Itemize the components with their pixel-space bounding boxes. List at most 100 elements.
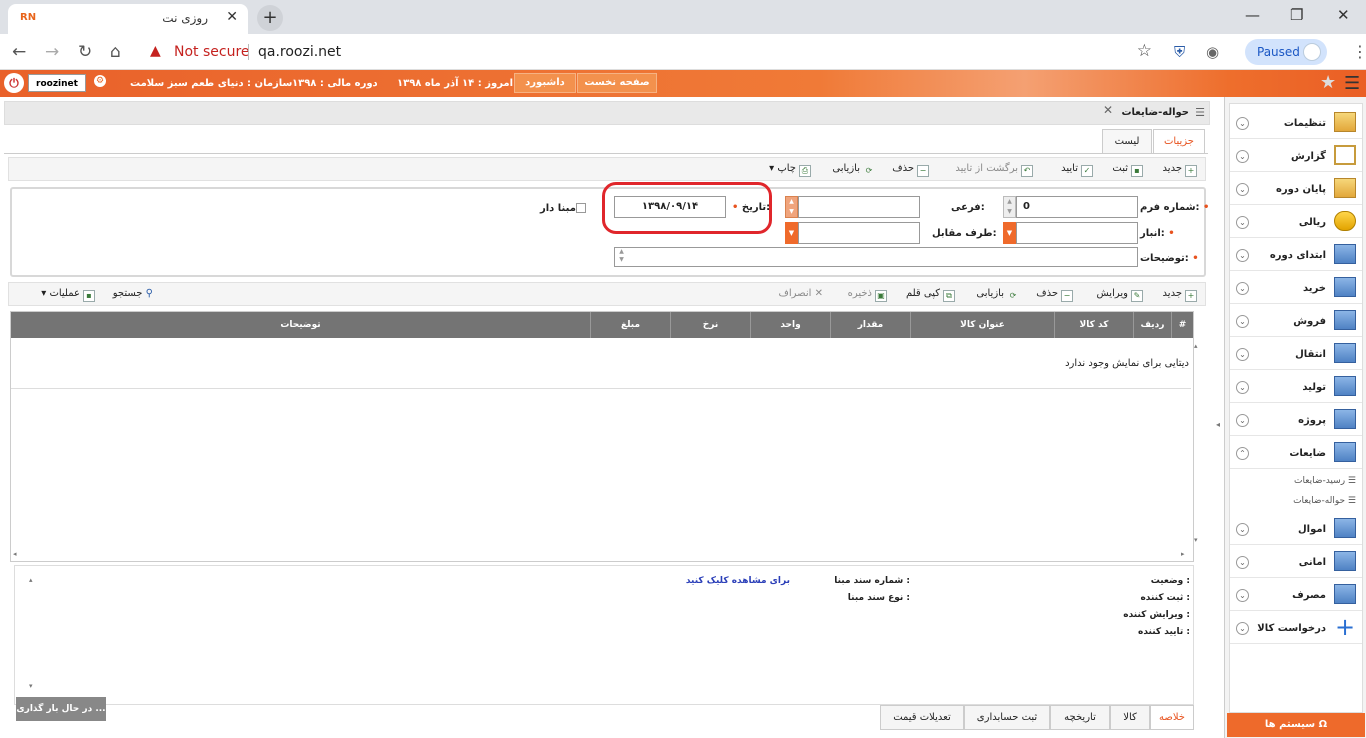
- sidebar-item-production[interactable]: ⌄ تولید: [1230, 371, 1362, 403]
- tab-list[interactable]: لیست: [1102, 129, 1152, 154]
- sub-spinner[interactable]: ▲ ▼: [785, 196, 798, 218]
- description-input[interactable]: [614, 247, 1138, 267]
- extension-lock-icon[interactable]: ⛨: [1174, 43, 1185, 61]
- close-tab-icon[interactable]: ✕: [226, 9, 238, 25]
- chevron-down-icon[interactable]: ⌄: [1236, 348, 1249, 361]
- copy-item-button[interactable]: کپی قلم ⧉: [906, 288, 955, 302]
- operations-button[interactable]: ▾ عملیات ▪: [41, 288, 95, 302]
- grid-cancel-button[interactable]: انصراف ✕: [779, 288, 823, 299]
- profile-paused-button[interactable]: Paused: [1245, 39, 1327, 65]
- form-number-input[interactable]: 0: [1016, 196, 1138, 218]
- sidebar-collapse-arrow-icon[interactable]: ◂: [1216, 420, 1220, 429]
- column-header-item-title[interactable]: عنوان کالا: [910, 312, 1054, 338]
- back-arrow-icon[interactable]: ←: [12, 42, 26, 62]
- hamburger-menu-icon[interactable]: ☰: [1344, 73, 1360, 94]
- based-checkbox[interactable]: [576, 203, 586, 213]
- reload-icon[interactable]: ↻: [78, 42, 92, 62]
- grid-new-button[interactable]: جدید +: [1163, 288, 1197, 302]
- sidebar-subitem-waste-remittance[interactable]: حواله-ضایعات ☰: [1293, 496, 1356, 506]
- save-button[interactable]: ثبت ▪: [1112, 163, 1143, 177]
- refresh-button[interactable]: بازیابی ⟳: [832, 163, 875, 178]
- chevron-down-icon[interactable]: ⌄: [1236, 117, 1249, 130]
- close-page-icon[interactable]: ✕: [1103, 103, 1113, 117]
- tab-goods[interactable]: کالا: [1110, 705, 1150, 730]
- new-button[interactable]: جدید +: [1163, 163, 1197, 177]
- power-icon[interactable]: ⏻: [4, 73, 24, 93]
- home-page-button[interactable]: صفحه نخست: [577, 73, 657, 93]
- bookmark-star-icon[interactable]: ☆: [1137, 41, 1152, 61]
- chevron-down-icon[interactable]: ⌄: [1236, 249, 1249, 262]
- sidebar-item-period-end[interactable]: ⌄ پایان دوره: [1230, 173, 1362, 205]
- favorites-star-icon[interactable]: ★: [1320, 72, 1336, 93]
- sidebar-item-sales[interactable]: ⌄ فروش: [1230, 305, 1362, 337]
- not-secure-label[interactable]: Not secure: [174, 44, 250, 60]
- scroll-up-arrow-icon[interactable]: ▴: [1194, 342, 1198, 350]
- approve-button[interactable]: تایید ✓: [1061, 163, 1093, 177]
- column-header-hash[interactable]: #: [1171, 312, 1193, 338]
- forward-arrow-icon[interactable]: →: [45, 42, 59, 62]
- home-icon[interactable]: ⌂: [110, 42, 121, 62]
- tab-price-adjustments[interactable]: تعدیلات قیمت: [880, 705, 964, 730]
- dashboard-button[interactable]: داشبورد: [514, 73, 576, 93]
- column-header-item-code[interactable]: کد کالا: [1054, 312, 1133, 338]
- chevron-up-icon[interactable]: ⌃: [1236, 447, 1249, 460]
- tab-details[interactable]: جزییات: [1153, 129, 1205, 154]
- grid-edit-button[interactable]: ویرایش ✎: [1097, 288, 1143, 302]
- sidebar-item-transfer[interactable]: ⌄ انتقال: [1230, 338, 1362, 370]
- warehouse-dropdown-arrow-icon[interactable]: ▼: [1003, 222, 1016, 244]
- grid-delete-button[interactable]: حذف −: [1036, 288, 1073, 302]
- scroll-down-arrow-icon[interactable]: ▾: [1194, 536, 1198, 544]
- minimize-window-icon[interactable]: —: [1245, 6, 1260, 24]
- url-omnibox[interactable]: ▲ Not secure qa.roozi.net ☆: [142, 38, 1162, 66]
- tab-history[interactable]: تاریخچه: [1050, 705, 1110, 730]
- grid-store-button[interactable]: ذخیره ▣: [848, 288, 887, 302]
- chevron-down-icon[interactable]: ⌄: [1236, 150, 1249, 163]
- sidebar-item-rial[interactable]: ⌄ ریالی: [1230, 206, 1362, 238]
- sidebar-item-consumption[interactable]: ⌄ مصرف: [1230, 579, 1362, 611]
- scroll-left-arrow-icon[interactable]: ◂: [13, 550, 17, 558]
- browser-menu-icon[interactable]: ⋮: [1352, 42, 1366, 61]
- column-header-description[interactable]: توضیحات: [11, 312, 590, 338]
- column-header-row[interactable]: ردیف: [1133, 312, 1171, 338]
- sidebar-item-consignment[interactable]: ⌄ امانی: [1230, 546, 1362, 578]
- info-scroll-up-arrow-icon[interactable]: ▴: [29, 576, 33, 584]
- grid-refresh-button[interactable]: بازیابی ⟳: [976, 288, 1019, 303]
- scroll-right-arrow-icon[interactable]: ▸: [1181, 550, 1185, 558]
- column-header-amount[interactable]: مبلغ: [590, 312, 670, 338]
- chevron-down-icon[interactable]: ⌄: [1236, 216, 1249, 229]
- chevron-down-icon[interactable]: ⌄: [1236, 523, 1249, 536]
- extension-eye-icon[interactable]: ◉: [1206, 43, 1219, 61]
- tab-accounting-entry[interactable]: ثبت حسابداری: [964, 705, 1050, 730]
- counterparty-select[interactable]: [798, 222, 920, 244]
- sidebar-subitem-waste-receipt[interactable]: رسید-ضایعات ☰: [1294, 476, 1356, 486]
- chevron-down-icon[interactable]: ⌄: [1236, 183, 1249, 196]
- print-button[interactable]: ▾ چاپ ⎙: [769, 163, 811, 177]
- column-header-quantity[interactable]: مقدار: [830, 312, 910, 338]
- unapprove-button[interactable]: برگشت از تایید ↶: [955, 163, 1033, 177]
- sidebar-item-report[interactable]: ⌄ گزارش: [1230, 140, 1362, 172]
- browser-tab[interactable]: RN روزی نت ✕: [8, 4, 248, 34]
- chevron-down-icon[interactable]: ⌄: [1236, 381, 1249, 394]
- chevron-down-icon[interactable]: ⌄: [1236, 556, 1249, 569]
- sidebar-item-settings[interactable]: ⌄ تنظیمات: [1230, 107, 1362, 139]
- counterparty-dropdown-arrow-icon[interactable]: ▼: [785, 222, 798, 244]
- description-scroll-arrows[interactable]: ▲ ▼: [615, 248, 628, 266]
- sidebar-item-project[interactable]: ⌄ پروژه: [1230, 404, 1362, 436]
- tab-summary[interactable]: خلاصه: [1150, 705, 1194, 730]
- warehouse-select[interactable]: [1016, 222, 1138, 244]
- restore-window-icon[interactable]: ❐: [1290, 6, 1303, 24]
- sidebar-item-waste[interactable]: ⌃ ضایعات: [1230, 437, 1362, 469]
- chevron-down-icon[interactable]: ⌄: [1236, 589, 1249, 602]
- form-number-spinner[interactable]: ▲ ▼: [1003, 196, 1016, 218]
- delete-button[interactable]: حذف −: [892, 163, 929, 177]
- sidebar-item-goods-request[interactable]: ⌄ درخواست کالا +: [1230, 612, 1362, 644]
- sidebar-item-period-start[interactable]: ⌄ ابتدای دوره: [1230, 239, 1362, 271]
- info-scroll-down-arrow-icon[interactable]: ▾: [29, 682, 33, 690]
- search-button[interactable]: جستجو ⚲: [113, 288, 153, 299]
- chevron-down-icon[interactable]: ⌄: [1236, 622, 1249, 635]
- sidebar-item-assets[interactable]: ⌄ اموال: [1230, 513, 1362, 545]
- close-window-icon[interactable]: ✕: [1337, 6, 1350, 24]
- chevron-down-icon[interactable]: ⌄: [1236, 414, 1249, 427]
- column-header-unit[interactable]: واحد: [750, 312, 830, 338]
- settings-gear-icon[interactable]: ⚙: [94, 75, 106, 87]
